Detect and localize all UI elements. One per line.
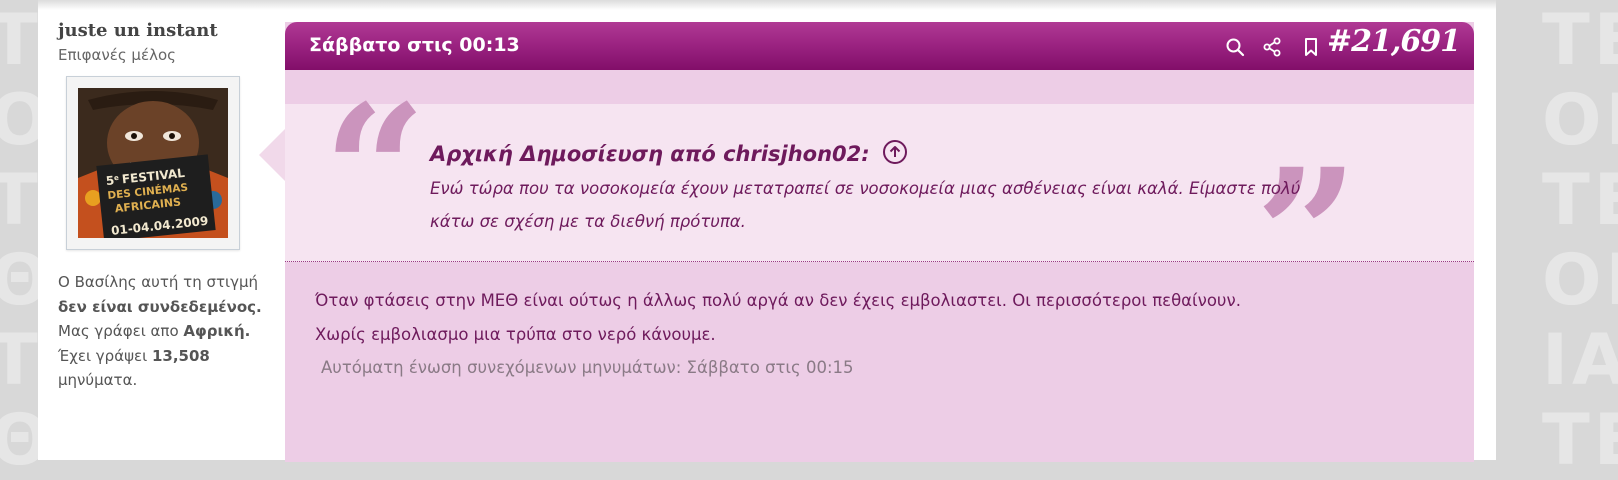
post-header: Σάββατο στις 00:13 #21,691 — [285, 22, 1474, 70]
posts-prefix: Έχει γράψει — [58, 346, 148, 365]
message-line: Όταν φτάσεις στην ΜΕΘ είναι ούτως η άλλω… — [315, 291, 1241, 310]
post-spacer — [285, 70, 1474, 105]
page-container: juste un instant Επιφανές μέλος 5e FESTI… — [38, 0, 1496, 462]
username-link[interactable]: juste un instant — [58, 20, 218, 41]
offline-status: δεν είναι συνδεδεμένος. — [58, 297, 262, 316]
quote-text: Ενώ τώρα που τα νοσοκομεία έχουν μετατρα… — [430, 179, 1301, 231]
avatar[interactable]: 5e FESTIVAL DES CINÉMAS AFRICAINS 01-04.0… — [78, 88, 228, 238]
open-quote-mark: “ — [323, 66, 427, 277]
merge-notice: Αυτόματη ένωση συνεχόμενων μηνυμάτων: Σά… — [321, 358, 854, 377]
user-title: Επιφανές μέλος — [58, 46, 176, 64]
quote-source-text: Αρχική Δημοσίευση από chrisjhon02: — [430, 142, 870, 166]
share-icon[interactable] — [1262, 37, 1282, 57]
quote-block: “ ” Αρχική Δημοσίευση από chrisjhon02: Ε… — [285, 82, 1474, 326]
post-count: 13,508 — [151, 346, 210, 365]
avatar-frame[interactable]: 5e FESTIVAL DES CINÉMAS AFRICAINS 01-04.0… — [66, 76, 240, 250]
location-prefix: Μας γράφει απο — [58, 322, 179, 340]
background-watermark-right: TE ΟΙ TE ΟΙ ΙΑ ΤΕ — [1542, 0, 1618, 480]
top-shadow — [38, 0, 1496, 10]
post-date: Σάββατο στις 00:13 — [309, 34, 520, 56]
location-value: Αφρική. — [183, 322, 251, 340]
avatar-image: 5e FESTIVAL DES CINÉMAS AFRICAINS 01-04.0… — [78, 88, 228, 238]
background-watermark-left: TH OA ΤΗ ΘΑ ΤΗ ΘΑ — [0, 0, 38, 480]
quote-source: Αρχική Δημοσίευση από chrisjhon02: — [430, 140, 907, 166]
search-icon[interactable] — [1225, 37, 1245, 57]
message-line: Χωρίς εμβολιασμο μια τρύπα στο νερό κάνο… — [315, 325, 716, 344]
arrow-up-circle-icon[interactable] — [883, 140, 907, 164]
status-line: Ο Βασίλης αυτή τη στιγμή — [58, 273, 259, 291]
post-message: Όταν φτάσεις στην ΜΕΘ είναι ούτως η άλλω… — [315, 284, 1415, 352]
bookmark-icon[interactable] — [1301, 37, 1321, 57]
post: Σάββατο στις 00:13 #21,691 “ ” Αρχική Δη… — [285, 22, 1474, 462]
user-status: Ο Βασίλης αυτή τη στιγμή δεν είναι συνδε… — [58, 270, 278, 393]
post-number-link[interactable]: #21,691 — [1327, 24, 1461, 59]
posts-suffix: μηνύματα. — [58, 371, 138, 389]
post-pointer-arrow — [259, 128, 286, 182]
